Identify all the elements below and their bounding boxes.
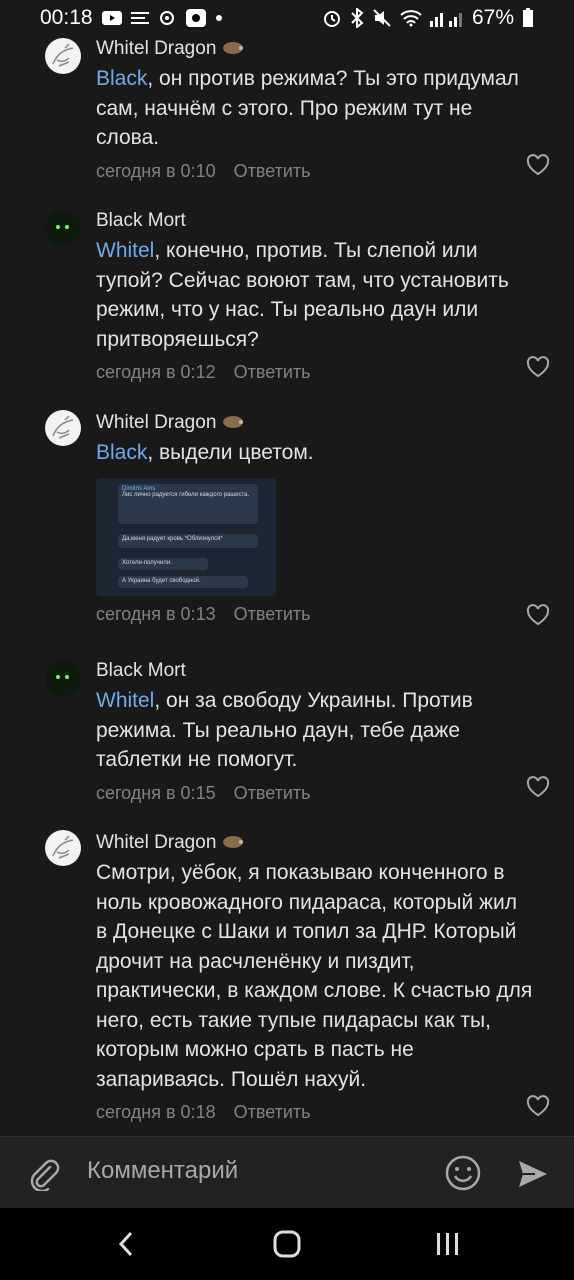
youtube-icon [101, 10, 123, 26]
comment-input-bar: Комментарий [0, 1136, 574, 1209]
comment-time: сегодня в 0:12 [96, 362, 216, 382]
comment-text: Смотри, уёбок, я показываю конченного в … [96, 861, 533, 1091]
comment-time: сегодня в 0:18 [96, 1102, 216, 1122]
comment-text: Black, он против режима? Ты это придумал… [96, 67, 519, 149]
bluetooth-icon [350, 8, 364, 28]
mute-icon [372, 8, 392, 28]
home-button[interactable] [273, 1230, 301, 1263]
comment-time: сегодня в 0:10 [96, 160, 216, 181]
mention-link[interactable]: Whitel [96, 689, 154, 712]
avatar[interactable] [45, 210, 81, 246]
battery-icon [522, 8, 534, 28]
screenshot-message: Да,меня радует кровь *Облизнулся* [118, 533, 258, 548]
avatar[interactable] [45, 410, 81, 446]
mention-link[interactable]: Black [96, 441, 147, 464]
send-icon [519, 1161, 547, 1187]
heart-icon [526, 604, 550, 626]
hedgehog-icon [222, 36, 244, 62]
status-time: 00:18 [40, 6, 93, 29]
comment-text: Whitel, конечно, против. Ты слепой или т… [96, 239, 509, 351]
comment-author[interactable]: Black Mort [96, 658, 186, 684]
comment-time: сегодня в 0:15 [96, 782, 216, 803]
dot-icon [215, 14, 223, 22]
alarm-icon [322, 8, 342, 28]
screenshot-message: Хотели-получили. [118, 557, 208, 570]
comment-author[interactable]: Whitel Dragon [96, 410, 216, 436]
screenshot-message: Лис лично радуется гибели каждого рашист… [122, 491, 250, 498]
emoji-button[interactable] [445, 1155, 481, 1196]
screenshot-message: А Украина будет свободной. [118, 575, 248, 588]
system-nav-bar [0, 1208, 574, 1280]
back-button[interactable] [116, 1230, 136, 1263]
like-button[interactable] [526, 356, 550, 378]
heart-icon [526, 776, 550, 798]
recents-icon [437, 1233, 458, 1255]
reply-button[interactable]: Ответить [234, 600, 311, 628]
avatar[interactable] [45, 830, 81, 866]
heart-icon [526, 356, 550, 378]
reply-button[interactable]: Ответить [234, 1098, 311, 1126]
reply-button[interactable]: Ответить [234, 157, 311, 185]
comment-text: Whitel, он за свободу Украины. Против ре… [96, 689, 473, 771]
mention-link[interactable]: Whitel [96, 239, 154, 262]
like-button[interactable] [526, 776, 550, 798]
settings-icon [157, 8, 177, 28]
hedgehog-icon [222, 410, 244, 436]
hedgehog-icon [222, 830, 244, 856]
messages-icon [130, 11, 149, 25]
recents-button[interactable] [435, 1231, 461, 1262]
smile-icon [445, 1155, 481, 1191]
status-bar: 00:18 67% [0, 0, 574, 36]
vk-app-icon [185, 8, 207, 28]
like-button[interactable] [526, 1095, 550, 1117]
signal-icon [429, 9, 464, 27]
attached-image[interactable]: Dimitris Ams Лис лично радуется гибели к… [96, 477, 276, 596]
comment-author[interactable]: Whitel Dragon [96, 830, 216, 856]
comment-time: сегодня в 0:13 [96, 603, 216, 624]
mention-link[interactable]: Black [96, 67, 147, 90]
heart-icon [526, 1095, 550, 1117]
wifi-icon [400, 9, 422, 27]
back-icon [118, 1231, 133, 1257]
like-button[interactable] [526, 604, 550, 626]
heart-icon [526, 154, 550, 176]
like-button[interactable] [526, 154, 550, 176]
attach-button[interactable] [26, 1157, 60, 1196]
paperclip-icon [30, 1159, 60, 1193]
comment-input[interactable]: Комментарий [87, 1157, 238, 1185]
reply-button[interactable]: Ответить [234, 779, 311, 807]
avatar[interactable] [45, 660, 81, 696]
comment-text: Black, выдели цветом. [96, 441, 314, 464]
avatar[interactable] [45, 38, 81, 74]
battery-level: 67% [471, 6, 514, 29]
comment-author[interactable]: Whitel Dragon [96, 36, 216, 62]
home-icon [273, 1230, 301, 1258]
reply-button[interactable]: Ответить [234, 358, 311, 386]
send-button[interactable] [516, 1157, 550, 1196]
comment-author[interactable]: Black Mort [96, 208, 186, 234]
